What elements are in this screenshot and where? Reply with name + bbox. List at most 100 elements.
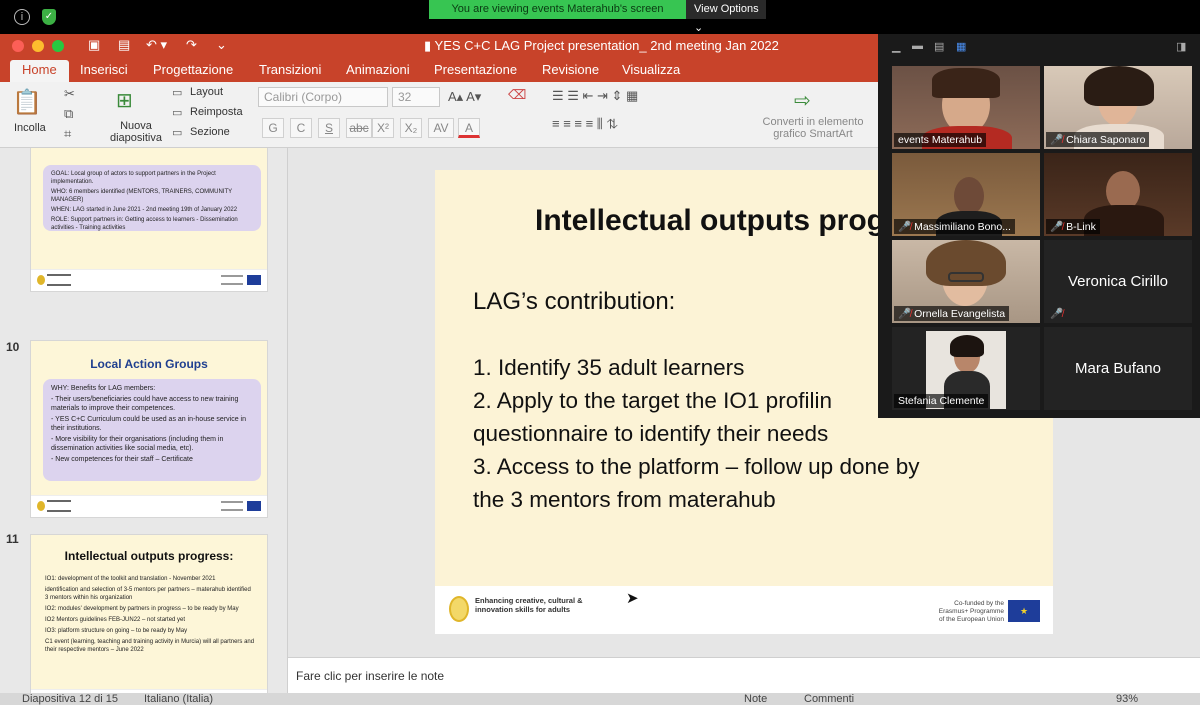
slide-item-3: 3. Access to the platform – follow up do… [473,454,920,479]
minimize-gallery-icon[interactable]: ▁ [892,40,900,53]
participant-tile[interactable]: 🎤̸ Chiara Saponaro [1044,66,1192,149]
copy-icon[interactable]: ⧉ [64,106,73,122]
superscript-button[interactable]: X² [372,118,394,138]
font-size-select[interactable]: 32 [392,87,440,107]
bullets-icon[interactable]: ☰ ☰ ⇤ ⇥ ⇕ ▦ [552,88,638,104]
gallery-view-icon[interactable]: ▦ [956,40,966,53]
security-shield-icon[interactable]: ✓ [42,9,56,25]
tab-transitions[interactable]: Transizioni [259,62,321,77]
tab-view[interactable]: Visualizza [622,62,680,77]
participant-name-large: Mara Bufano [1075,360,1161,377]
hide-video-icon[interactable]: ▬ [912,40,923,52]
list-item: IO1: development of the toolkit and tran… [45,576,216,582]
thumb9-goal: GOAL: Local group of actors to support p… [51,171,216,185]
cut-icon[interactable]: ✂ [64,86,75,102]
participant-name: 🎤̸ Ornella Evangelista [894,306,1010,321]
new-slide-button[interactable]: Nuova diapositiva [110,120,162,144]
strikethrough-button[interactable]: abc [346,118,372,138]
eu-flag-icon: ★ [1008,600,1040,622]
section-icon: ▭ [172,127,183,139]
participant-name: 🎤̸ Chiara Saponaro [1046,132,1150,147]
participant-name: events Materahub [894,133,987,147]
bold-button[interactable]: G [262,118,284,138]
undo-icon[interactable]: ↶ ▾ [146,37,167,53]
exit-gallery-icon[interactable]: ◨ [1176,40,1186,53]
participant-tile[interactable]: events Materahub [892,66,1040,149]
tab-home[interactable]: Home [10,60,69,82]
minimize-window-button[interactable] [32,40,44,52]
participant-tile[interactable]: 🎤̸ Ornella Evangelista [892,240,1040,323]
participant-name: 🎤̸ B-Link [1046,219,1100,234]
char-spacing-button[interactable]: AV [428,118,454,138]
thumb9-when: WHEN: LAG started in June 2021 - 2nd mee… [51,207,238,213]
project-logo-icon [37,275,45,285]
bulb-logo-icon [449,596,469,622]
smartart-icon[interactable]: ⇨ [794,88,811,113]
list-item: IO2: modules' development by partners in… [45,606,239,612]
customize-toolbar-icon[interactable]: ⌄ [216,37,227,53]
status-bar: Diapositiva 12 di 15 Italiano (Italia) N… [0,693,1200,705]
reset-button[interactable]: Reimposta [190,106,243,118]
project-logo-icon [37,501,45,511]
italic-button[interactable]: C [290,118,312,138]
paste-button[interactable]: Incolla [14,122,46,134]
redo-icon[interactable]: ↷ [186,37,197,53]
thumbnail-slide-9[interactable]: GOAL: Local group of actors to support p… [30,148,268,292]
font-color-button[interactable]: A [458,118,480,138]
participant-name-text: Ornella Evangelista [914,308,1006,320]
thumb10-benefit-3: - More visibility for their organisation… [51,436,224,452]
view-options-label: View Options [694,3,759,15]
participant-tile[interactable]: Stefania Clemente [892,327,1040,410]
notes-toggle[interactable]: Note [744,693,767,705]
format-painter-icon[interactable]: ⌗ [64,126,71,142]
font-family-select[interactable]: Calibri (Corpo) [258,87,388,107]
paste-icon[interactable]: 📋 [12,88,42,117]
zoom-gallery-panel: ▁ ▬ ▤ ▦ ◨ events Materahub 🎤̸ Chiara Sapo… [878,34,1200,418]
tab-review[interactable]: Revisione [542,62,599,77]
tab-insert[interactable]: Inserisci [80,62,128,77]
strip-view-icon[interactable]: ▤ [934,40,944,53]
slide-number-10: 10 [6,340,20,354]
thumb10-benefit-2: - YES C+C Curriculum could be used as an… [51,416,246,432]
comments-toggle[interactable]: Commenti [804,693,854,705]
participant-tile[interactable]: Mara Bufano [1044,327,1192,410]
tab-animations[interactable]: Animazioni [346,62,410,77]
section-button[interactable]: Sezione [190,126,230,138]
participant-tile-active-speaker[interactable]: 🎤̸ Massimiliano Bono... [892,153,1040,236]
tab-slideshow[interactable]: Presentazione [434,62,517,77]
tab-design[interactable]: Progettazione [153,62,233,77]
clear-format-icon[interactable]: ⌫ [508,87,526,103]
save-icon[interactable]: ▤ [118,37,130,53]
smartart-button[interactable]: Converti in elemento grafico SmartArt [760,116,866,140]
underline-button[interactable]: S [318,118,340,138]
notes-pane[interactable]: Fare clic per inserire le note [288,657,1200,693]
language-indicator[interactable]: Italiano (Italia) [144,693,213,705]
grow-font-icon[interactable]: A▴ A▾ [448,89,481,105]
screen: i ✓ You are viewing events Materahub's s… [0,0,1200,705]
maximize-window-button[interactable] [52,40,64,52]
reset-icon: ▭ [172,107,183,119]
thumbnail-slide-11[interactable]: Intellectual outputs progress: IO1: deve… [30,534,268,693]
zoom-level[interactable]: 93% [1116,693,1138,705]
align-icons[interactable]: ≡ ≡ ≡ ≡ ⫼ ⇅ [552,116,618,132]
participant-tile[interactable]: 🎤̸ B-Link [1044,153,1192,236]
slide-thumbnails-panel[interactable]: GOAL: Local group of actors to support p… [0,148,288,693]
thumb9-who: WHO: 6 members identified (MENTORS, TRAI… [51,189,233,203]
sidebar-toggle-icon[interactable]: ▣ [88,37,100,53]
participant-tile[interactable]: Veronica Cirillo 🎤̸ [1044,240,1192,323]
layout-button[interactable]: Layout [190,86,223,98]
thumbnail-slide-10[interactable]: Local Action Groups WHY: Benefits for LA… [30,340,268,518]
info-icon[interactable]: i [14,9,30,25]
chevron-down-icon: ⌄ [694,22,704,34]
slide-subtitle[interactable]: LAG’s contribution: [473,288,675,316]
subscript-button[interactable]: X₂ [400,118,422,138]
thumb11-title: Intellectual outputs progress: [64,549,234,563]
participant-name-text: Stefania Clemente [898,395,985,407]
new-slide-icon[interactable]: ⊞ [116,88,133,113]
thumb10-title: Local Action Groups [90,357,208,371]
view-options-button[interactable]: View Options ⌄ [686,0,766,34]
slide-number-11: 11 [6,532,19,546]
thumb10-benefit-4: - New competences for their staff – Cert… [51,456,193,463]
close-window-button[interactable] [12,40,24,52]
slide-title[interactable]: Intellectual outputs prog [535,204,885,238]
